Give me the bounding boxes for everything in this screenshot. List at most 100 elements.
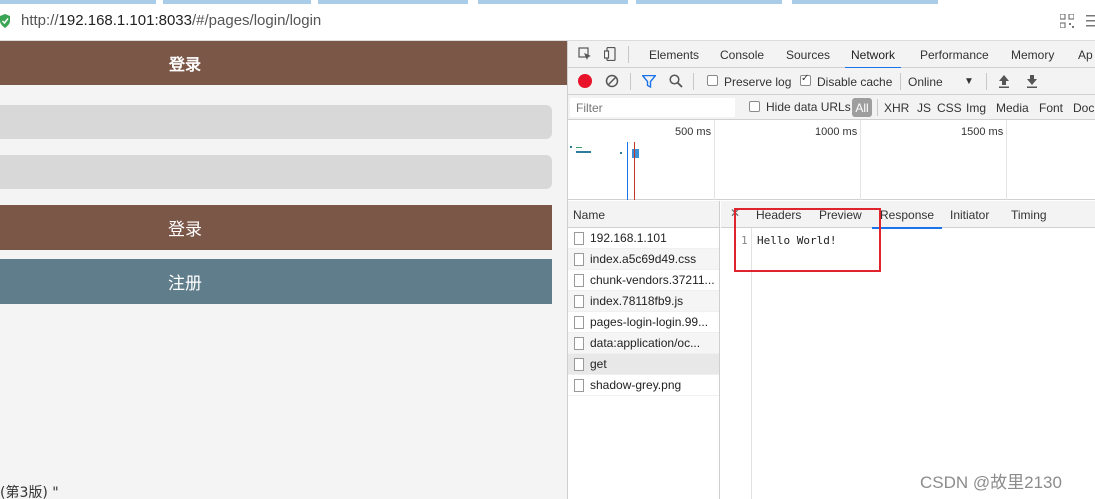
- browser-tab[interactable]: [478, 0, 628, 4]
- network-filterbar: Hide data URLs All XHR JS CSS Img Media …: [568, 95, 1095, 120]
- browser-tab[interactable]: [318, 0, 468, 4]
- inspect-element-icon[interactable]: [578, 47, 592, 61]
- filter-js[interactable]: JS: [917, 101, 931, 115]
- menu-icon[interactable]: [1086, 15, 1095, 27]
- password-input[interactable]: [0, 155, 552, 189]
- device-toolbar-icon[interactable]: [604, 47, 618, 61]
- separator: [877, 99, 878, 116]
- request-name: index.78118fb9.js: [590, 294, 684, 308]
- grid-line: [860, 120, 861, 200]
- login-button[interactable]: 登录: [0, 205, 552, 250]
- tab-performance[interactable]: Performance: [920, 48, 989, 62]
- url-host: 192.168.1.101:8033: [58, 12, 192, 29]
- page-title: 登录: [0, 41, 567, 85]
- filter-font[interactable]: Font: [1039, 101, 1063, 115]
- request-name: index.a5c69d49.css: [590, 252, 697, 266]
- request-name: 192.168.1.101: [590, 231, 667, 245]
- grid-line: [1006, 120, 1007, 200]
- request-list: Name 192.168.1.101 index.a5c69d49.css ch…: [568, 201, 720, 499]
- separator: [900, 73, 901, 90]
- tab-timing[interactable]: Timing: [1011, 208, 1047, 222]
- tab-application[interactable]: Ap: [1078, 48, 1093, 62]
- timeline-bar: [620, 152, 622, 154]
- tab-response[interactable]: Response: [871, 208, 943, 229]
- browser-tab[interactable]: [636, 0, 782, 4]
- separator: [628, 46, 629, 63]
- timeline-tick: 1000 ms: [815, 126, 858, 138]
- request-row-selected[interactable]: get: [568, 354, 719, 375]
- filter-css[interactable]: CSS: [937, 101, 962, 115]
- grid-line: [714, 120, 715, 200]
- hide-data-urls-label: Hide data URLs: [766, 100, 851, 114]
- address-bar[interactable]: http://192.168.1.101:8033/#/pages/login/…: [21, 12, 321, 29]
- tab-strip: [0, 0, 1095, 4]
- request-name: get: [590, 357, 607, 371]
- request-name: shadow-grey.png: [590, 378, 682, 392]
- disable-cache-checkbox[interactable]: [800, 73, 811, 86]
- file-icon: [574, 231, 584, 245]
- qr-code-icon[interactable]: [1060, 14, 1074, 28]
- tab-console[interactable]: Console: [720, 48, 764, 62]
- url-path: /#/pages/login/login: [192, 12, 322, 29]
- import-har-icon[interactable]: [998, 74, 1010, 88]
- filter-input[interactable]: [570, 98, 735, 117]
- shield-icon: [0, 14, 10, 28]
- file-icon: [574, 273, 584, 287]
- hide-data-urls-checkbox[interactable]: [749, 101, 760, 112]
- url-prefix: http://: [21, 12, 59, 29]
- export-har-icon[interactable]: [1026, 74, 1038, 88]
- filter-media[interactable]: Media: [996, 101, 1029, 115]
- request-row[interactable]: shadow-grey.png: [568, 375, 719, 396]
- file-icon: [574, 336, 584, 350]
- browser-tab[interactable]: [0, 0, 156, 4]
- filter-icon[interactable]: [642, 75, 656, 88]
- timeline-bar: [570, 146, 572, 148]
- tab-elements[interactable]: Elements: [649, 48, 699, 62]
- name-column-header[interactable]: Name: [568, 201, 719, 228]
- browser-tab[interactable]: [163, 0, 311, 4]
- file-icon: [574, 252, 584, 266]
- request-row[interactable]: data:application/oc...: [568, 333, 719, 354]
- timeline-bar: [576, 147, 582, 148]
- separator: [693, 73, 694, 90]
- tab-network[interactable]: Network: [844, 48, 902, 69]
- preserve-log-checkbox[interactable]: [707, 75, 718, 86]
- throttle-select[interactable]: Online: [908, 75, 943, 89]
- devtools-panel: Elements Console Sources Network Perform…: [567, 41, 1095, 499]
- filter-doc[interactable]: Doc: [1073, 101, 1094, 115]
- preserve-log-label: Preserve log: [724, 75, 792, 89]
- request-row[interactable]: index.78118fb9.js: [568, 291, 719, 312]
- watermark: CSDN @故里2130: [920, 473, 1062, 492]
- filter-img[interactable]: Img: [966, 101, 986, 115]
- browser-tab[interactable]: [792, 0, 938, 4]
- filter-all-chip[interactable]: All: [852, 98, 872, 117]
- tab-initiator[interactable]: Initiator: [950, 208, 989, 222]
- devtools-tabbar: Elements Console Sources Network Perform…: [568, 41, 1095, 69]
- request-detail-pane: ✕ Headers Preview Response Initiator Tim…: [721, 201, 1095, 499]
- request-name: pages-login-login.99...: [590, 315, 709, 329]
- timeline-bars: [570, 142, 639, 200]
- timeline-bar: [632, 149, 639, 158]
- network-overview-timeline[interactable]: 500 ms 1000 ms 1500 ms: [568, 120, 1095, 200]
- file-icon: [574, 357, 584, 371]
- request-name: data:application/oc...: [590, 336, 701, 350]
- chevron-down-icon[interactable]: ▼: [964, 76, 974, 87]
- file-icon: [574, 315, 584, 329]
- record-button[interactable]: [578, 74, 592, 88]
- request-row[interactable]: 192.168.1.101: [568, 228, 719, 249]
- footer-note: (第3版) ": [0, 485, 59, 499]
- tab-sources[interactable]: Sources: [786, 48, 830, 62]
- clear-icon[interactable]: [605, 74, 619, 88]
- network-toolbar: Preserve log Disable cache Online ▼: [568, 68, 1095, 95]
- separator: [630, 73, 631, 90]
- file-icon: [574, 378, 584, 392]
- request-row[interactable]: pages-login-login.99...: [568, 312, 719, 333]
- search-icon[interactable]: [669, 74, 683, 88]
- request-row[interactable]: index.a5c69d49.css: [568, 249, 719, 270]
- request-row[interactable]: chunk-vendors.37211...: [568, 270, 719, 291]
- filter-xhr[interactable]: XHR: [884, 101, 909, 115]
- username-input[interactable]: [0, 105, 552, 139]
- register-button[interactable]: 注册: [0, 259, 552, 304]
- tab-memory[interactable]: Memory: [1011, 48, 1054, 62]
- timeline-tick: 1500 ms: [961, 126, 1004, 138]
